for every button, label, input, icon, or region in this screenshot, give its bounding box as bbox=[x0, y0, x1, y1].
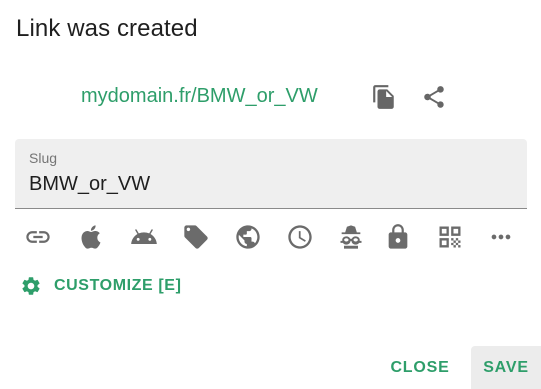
short-link-row: mydomain.fr/BMW_or_VW bbox=[0, 76, 541, 118]
gear-icon bbox=[22, 277, 40, 295]
slug-field[interactable]: Slug BMW_or_VW bbox=[15, 139, 527, 209]
qr-code-icon[interactable] bbox=[432, 219, 468, 255]
slug-input[interactable]: BMW_or_VW bbox=[29, 173, 150, 196]
more-horiz-icon[interactable] bbox=[483, 219, 519, 255]
option-icons-toolbar bbox=[20, 219, 520, 255]
close-button[interactable]: CLOSE bbox=[379, 346, 461, 389]
dialog-actions: CLOSE SAVE bbox=[0, 346, 541, 389]
slug-label: Slug bbox=[29, 150, 58, 166]
link-created-dialog: Link was created mydomain.fr/BMW_or_VW S… bbox=[0, 0, 541, 389]
share-icon[interactable] bbox=[419, 82, 449, 112]
globe-icon[interactable] bbox=[230, 219, 266, 255]
incognito-icon[interactable] bbox=[333, 219, 369, 255]
link-icon[interactable] bbox=[20, 219, 56, 255]
clock-icon[interactable] bbox=[282, 219, 318, 255]
android-icon[interactable] bbox=[126, 219, 162, 255]
copy-icon[interactable] bbox=[369, 82, 399, 112]
customize-button[interactable]: CUSTOMIZE [E] bbox=[20, 272, 182, 300]
save-button[interactable]: SAVE bbox=[471, 346, 541, 389]
customize-label: CUSTOMIZE [E] bbox=[54, 277, 182, 294]
dialog-title: Link was created bbox=[16, 15, 198, 42]
short-link[interactable]: mydomain.fr/BMW_or_VW bbox=[81, 85, 318, 108]
apple-icon[interactable] bbox=[73, 219, 109, 255]
lock-icon[interactable] bbox=[380, 219, 416, 255]
tag-icon[interactable] bbox=[178, 219, 214, 255]
